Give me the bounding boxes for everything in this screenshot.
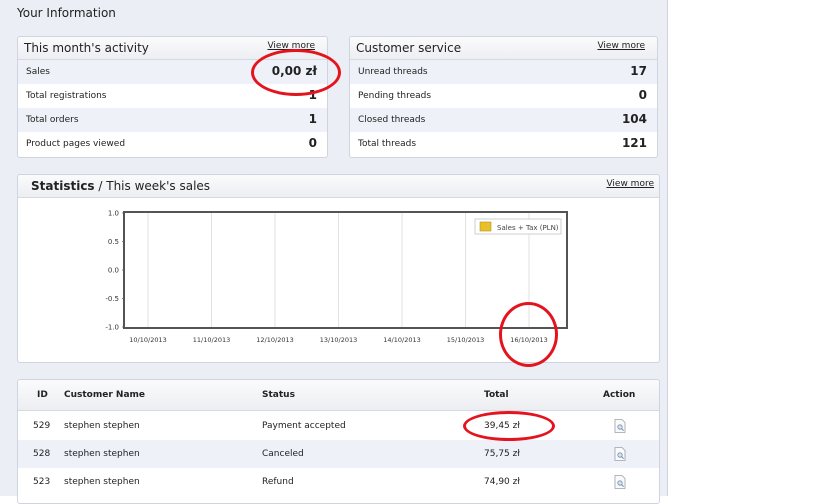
x-tick-label: 14/10/2013 xyxy=(383,336,420,344)
activity-label: Total orders xyxy=(26,115,79,125)
cs-label: Closed threads xyxy=(358,115,426,125)
order-id: 523 xyxy=(33,477,51,487)
cs-value: 17 xyxy=(630,64,647,78)
activity-value: 0 xyxy=(308,136,317,150)
orders-panel: ID Customer Name Status Total Action 529… xyxy=(17,379,660,504)
chart-legend: Sales + Tax (PLN) xyxy=(474,218,562,235)
activity-label: Total registrations xyxy=(26,91,107,101)
statistics-title-rest: / This week's sales xyxy=(94,179,211,193)
annotation-circle-date xyxy=(499,302,558,367)
view-document-icon[interactable] xyxy=(614,447,626,461)
y-tick-label: 0.5 xyxy=(108,238,119,246)
activity-row-pages-viewed: Product pages viewed 0 xyxy=(18,132,327,156)
col-customer-name: Customer Name xyxy=(64,390,145,400)
page-title: Your Information xyxy=(17,6,116,20)
annotation-circle-total xyxy=(463,411,555,441)
cs-value: 121 xyxy=(621,136,647,150)
cs-label: Pending threads xyxy=(358,91,432,101)
order-customer: stephen stephen xyxy=(64,449,140,459)
activity-value: 1 xyxy=(308,112,317,126)
x-tick-label: 15/10/2013 xyxy=(447,336,484,344)
statistics-panel-title: Statistics / This week's sales xyxy=(31,179,210,193)
customer-service-view-more-link[interactable]: View more xyxy=(597,41,645,51)
col-action: Action xyxy=(603,390,636,400)
view-document-icon[interactable] xyxy=(614,419,626,433)
order-status: Canceled xyxy=(262,449,304,459)
customer-service-panel: Customer service View more Unread thread… xyxy=(349,36,658,158)
y-tick-label: 1.0 xyxy=(108,210,119,218)
activity-label: Sales xyxy=(26,67,50,77)
statistics-title-bold: Statistics xyxy=(31,179,95,193)
cs-row-pending: Pending threads 0 xyxy=(350,84,657,108)
table-row[interactable]: 529 stephen stephen Payment accepted 39,… xyxy=(18,412,659,440)
order-status: Refund xyxy=(262,477,294,487)
annotation-circle-sales xyxy=(251,49,341,96)
x-tick-label: 11/10/2013 xyxy=(193,336,230,344)
cs-label: Total threads xyxy=(358,139,417,149)
table-row[interactable]: 523 stephen stephen Refund 74,90 zł xyxy=(18,468,659,496)
cs-row-total: Total threads 121 xyxy=(350,132,657,156)
y-tick-label: 0.0 xyxy=(108,267,119,275)
customer-service-panel-header: Customer service View more xyxy=(350,37,657,60)
chart-grid xyxy=(147,213,530,327)
orders-table-header: ID Customer Name Status Total Action xyxy=(18,380,659,411)
cs-label: Unread threads xyxy=(358,67,428,77)
activity-label: Product pages viewed xyxy=(26,139,126,149)
y-tick-label: -0.5 xyxy=(105,295,119,303)
cs-value: 104 xyxy=(621,112,647,126)
order-customer: stephen stephen xyxy=(64,421,140,431)
order-customer: stephen stephen xyxy=(64,477,140,487)
col-id: ID xyxy=(37,390,48,400)
table-row[interactable]: 528 stephen stephen Canceled 75,75 zł xyxy=(18,440,659,468)
cs-row-unread: Unread threads 17 xyxy=(350,60,657,84)
order-id: 529 xyxy=(33,421,51,431)
x-tick-label: 13/10/2013 xyxy=(320,336,357,344)
cs-row-closed: Closed threads 104 xyxy=(350,108,657,132)
order-total: 75,75 zł xyxy=(484,449,520,459)
chart-legend-label: Sales + Tax (PLN) xyxy=(497,224,559,232)
activity-row-orders: Total orders 1 xyxy=(18,108,327,132)
cs-value: 0 xyxy=(638,88,647,102)
view-document-icon[interactable] xyxy=(614,475,626,489)
activity-panel-title: This month's activity xyxy=(24,41,149,55)
statistics-panel-header: Statistics / This week's sales View more xyxy=(18,175,659,198)
col-status: Status xyxy=(262,390,295,400)
x-tick-label: 12/10/2013 xyxy=(256,336,293,344)
statistics-view-more-link[interactable]: View more xyxy=(606,179,654,189)
order-total: 74,90 zł xyxy=(484,477,520,487)
order-id: 528 xyxy=(33,449,51,459)
chart-y-ticks: 1.0 0.5 0.0 -0.5 -1.0 xyxy=(105,210,125,332)
y-tick-label: -1.0 xyxy=(105,324,119,332)
x-tick-label: 10/10/2013 xyxy=(129,336,166,344)
chart-x-ticks: 10/10/2013 11/10/2013 12/10/2013 13/10/2013… xyxy=(129,336,547,344)
customer-service-panel-title: Customer service xyxy=(356,41,462,55)
chart-legend-swatch xyxy=(479,221,492,232)
col-total: Total xyxy=(484,390,509,400)
order-status: Payment accepted xyxy=(262,421,346,431)
